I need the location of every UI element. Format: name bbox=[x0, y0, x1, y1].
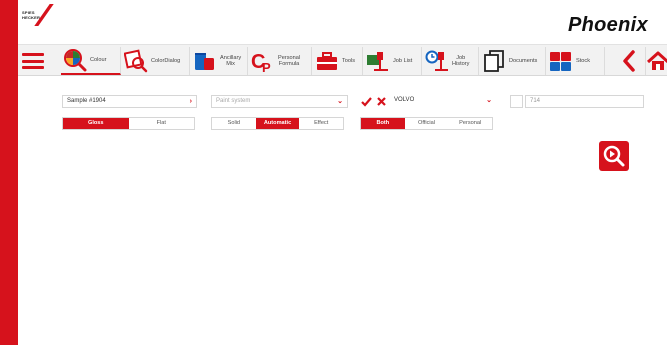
toolbar-item-colordialog[interactable]: ColorDialog bbox=[122, 47, 190, 75]
color-dialog-icon bbox=[124, 49, 148, 73]
personal-formula-icon: C P bbox=[251, 51, 271, 73]
header: SPIES HECKER Phoenix bbox=[18, 0, 667, 44]
hamburger-menu-button[interactable] bbox=[22, 51, 44, 71]
spies-hecker-logo: SPIES HECKER bbox=[22, 4, 54, 26]
back-button[interactable] bbox=[618, 47, 640, 75]
type-effect-option[interactable]: Effect bbox=[299, 118, 344, 129]
source-official-option[interactable]: Official bbox=[404, 118, 449, 129]
make-clear-button[interactable] bbox=[375, 95, 388, 108]
svg-text:P: P bbox=[262, 60, 271, 73]
toolbox-icon bbox=[317, 52, 337, 70]
toolbar-item-label: Stock bbox=[576, 57, 590, 64]
source-toggle: Both Official Personal bbox=[360, 117, 493, 130]
paint-system-select[interactable]: Paint system ⌄ bbox=[211, 95, 348, 108]
type-toggle: Solid Automatic Effect bbox=[211, 117, 344, 130]
search-icon bbox=[603, 145, 625, 167]
app-window: SPIES HECKER Phoenix Colour ColorDialog … bbox=[18, 0, 667, 345]
brand-title: Phoenix bbox=[568, 14, 648, 36]
check-icon bbox=[361, 97, 372, 107]
toolbar-item-label: ColorDialog bbox=[151, 57, 181, 64]
finish-gloss-option[interactable]: Gloss bbox=[63, 118, 129, 129]
toolbar: Colour ColorDialog Ancillary Mix C P Per… bbox=[18, 44, 667, 76]
ancillary-mix-icon bbox=[195, 53, 214, 70]
source-personal-option[interactable]: Personal bbox=[448, 118, 493, 129]
toolbar-item-label: Documents bbox=[509, 57, 538, 64]
colour-code-input[interactable]: 714 bbox=[525, 95, 644, 108]
close-icon bbox=[377, 97, 386, 106]
finish-flat-option[interactable]: Flat bbox=[128, 118, 194, 129]
toolbar-item-label: Ancillary Mix bbox=[220, 54, 242, 68]
toolbar-item-job-list[interactable]: Job List bbox=[364, 47, 422, 75]
job-list-icon bbox=[367, 52, 388, 71]
toolbar-item-label: Tools bbox=[342, 57, 356, 64]
chevron-down-icon: ⌄ bbox=[337, 98, 343, 105]
stock-icon bbox=[550, 52, 571, 71]
type-solid-option[interactable]: Solid bbox=[212, 118, 256, 129]
toolbar-item-label: Colour bbox=[90, 56, 107, 63]
sample-input[interactable]: Sample #1904 › bbox=[62, 95, 197, 108]
paint-system-placeholder: Paint system bbox=[216, 98, 251, 104]
toolbar-item-tools[interactable]: Tools bbox=[313, 47, 363, 75]
chevron-down-icon: ⌄ bbox=[486, 97, 492, 104]
toolbar-item-colour[interactable]: Colour bbox=[61, 47, 121, 75]
search-button[interactable] bbox=[599, 141, 629, 171]
toolbar-item-label: Job List bbox=[393, 57, 413, 64]
chevron-right-icon: › bbox=[189, 98, 192, 105]
type-automatic-option[interactable]: Automatic bbox=[255, 118, 300, 129]
toolbar-item-label: Job History bbox=[452, 54, 470, 68]
job-history-icon bbox=[425, 50, 448, 71]
colour-code-value: 714 bbox=[530, 98, 541, 104]
toolbar-item-job-history[interactable]: Job History bbox=[423, 47, 479, 75]
home-icon bbox=[646, 51, 667, 70]
toolbar-item-documents[interactable]: Documents bbox=[480, 47, 546, 75]
chevron-left-icon bbox=[623, 50, 635, 72]
toolbar-item-personal-formula[interactable]: C P Personal Formula bbox=[249, 47, 312, 75]
toolbar-item-stock[interactable]: Stock bbox=[547, 47, 605, 75]
toolbar-item-ancillary-mix[interactable]: Ancillary Mix bbox=[191, 47, 248, 75]
make-value: VOLVO bbox=[394, 97, 415, 103]
sample-input-value: Sample #1904 bbox=[67, 98, 106, 104]
documents-icon bbox=[484, 50, 504, 72]
make-select[interactable]: VOLVO ⌄ bbox=[390, 95, 496, 108]
colour-search-icon bbox=[64, 49, 87, 72]
make-confirm-button[interactable] bbox=[360, 95, 373, 108]
code-checkbox[interactable] bbox=[510, 95, 523, 108]
source-both-option[interactable]: Both bbox=[361, 118, 405, 129]
finish-toggle: Gloss Flat bbox=[62, 117, 195, 130]
toolbar-item-label: Personal Formula bbox=[278, 54, 301, 68]
home-button[interactable] bbox=[645, 47, 667, 75]
